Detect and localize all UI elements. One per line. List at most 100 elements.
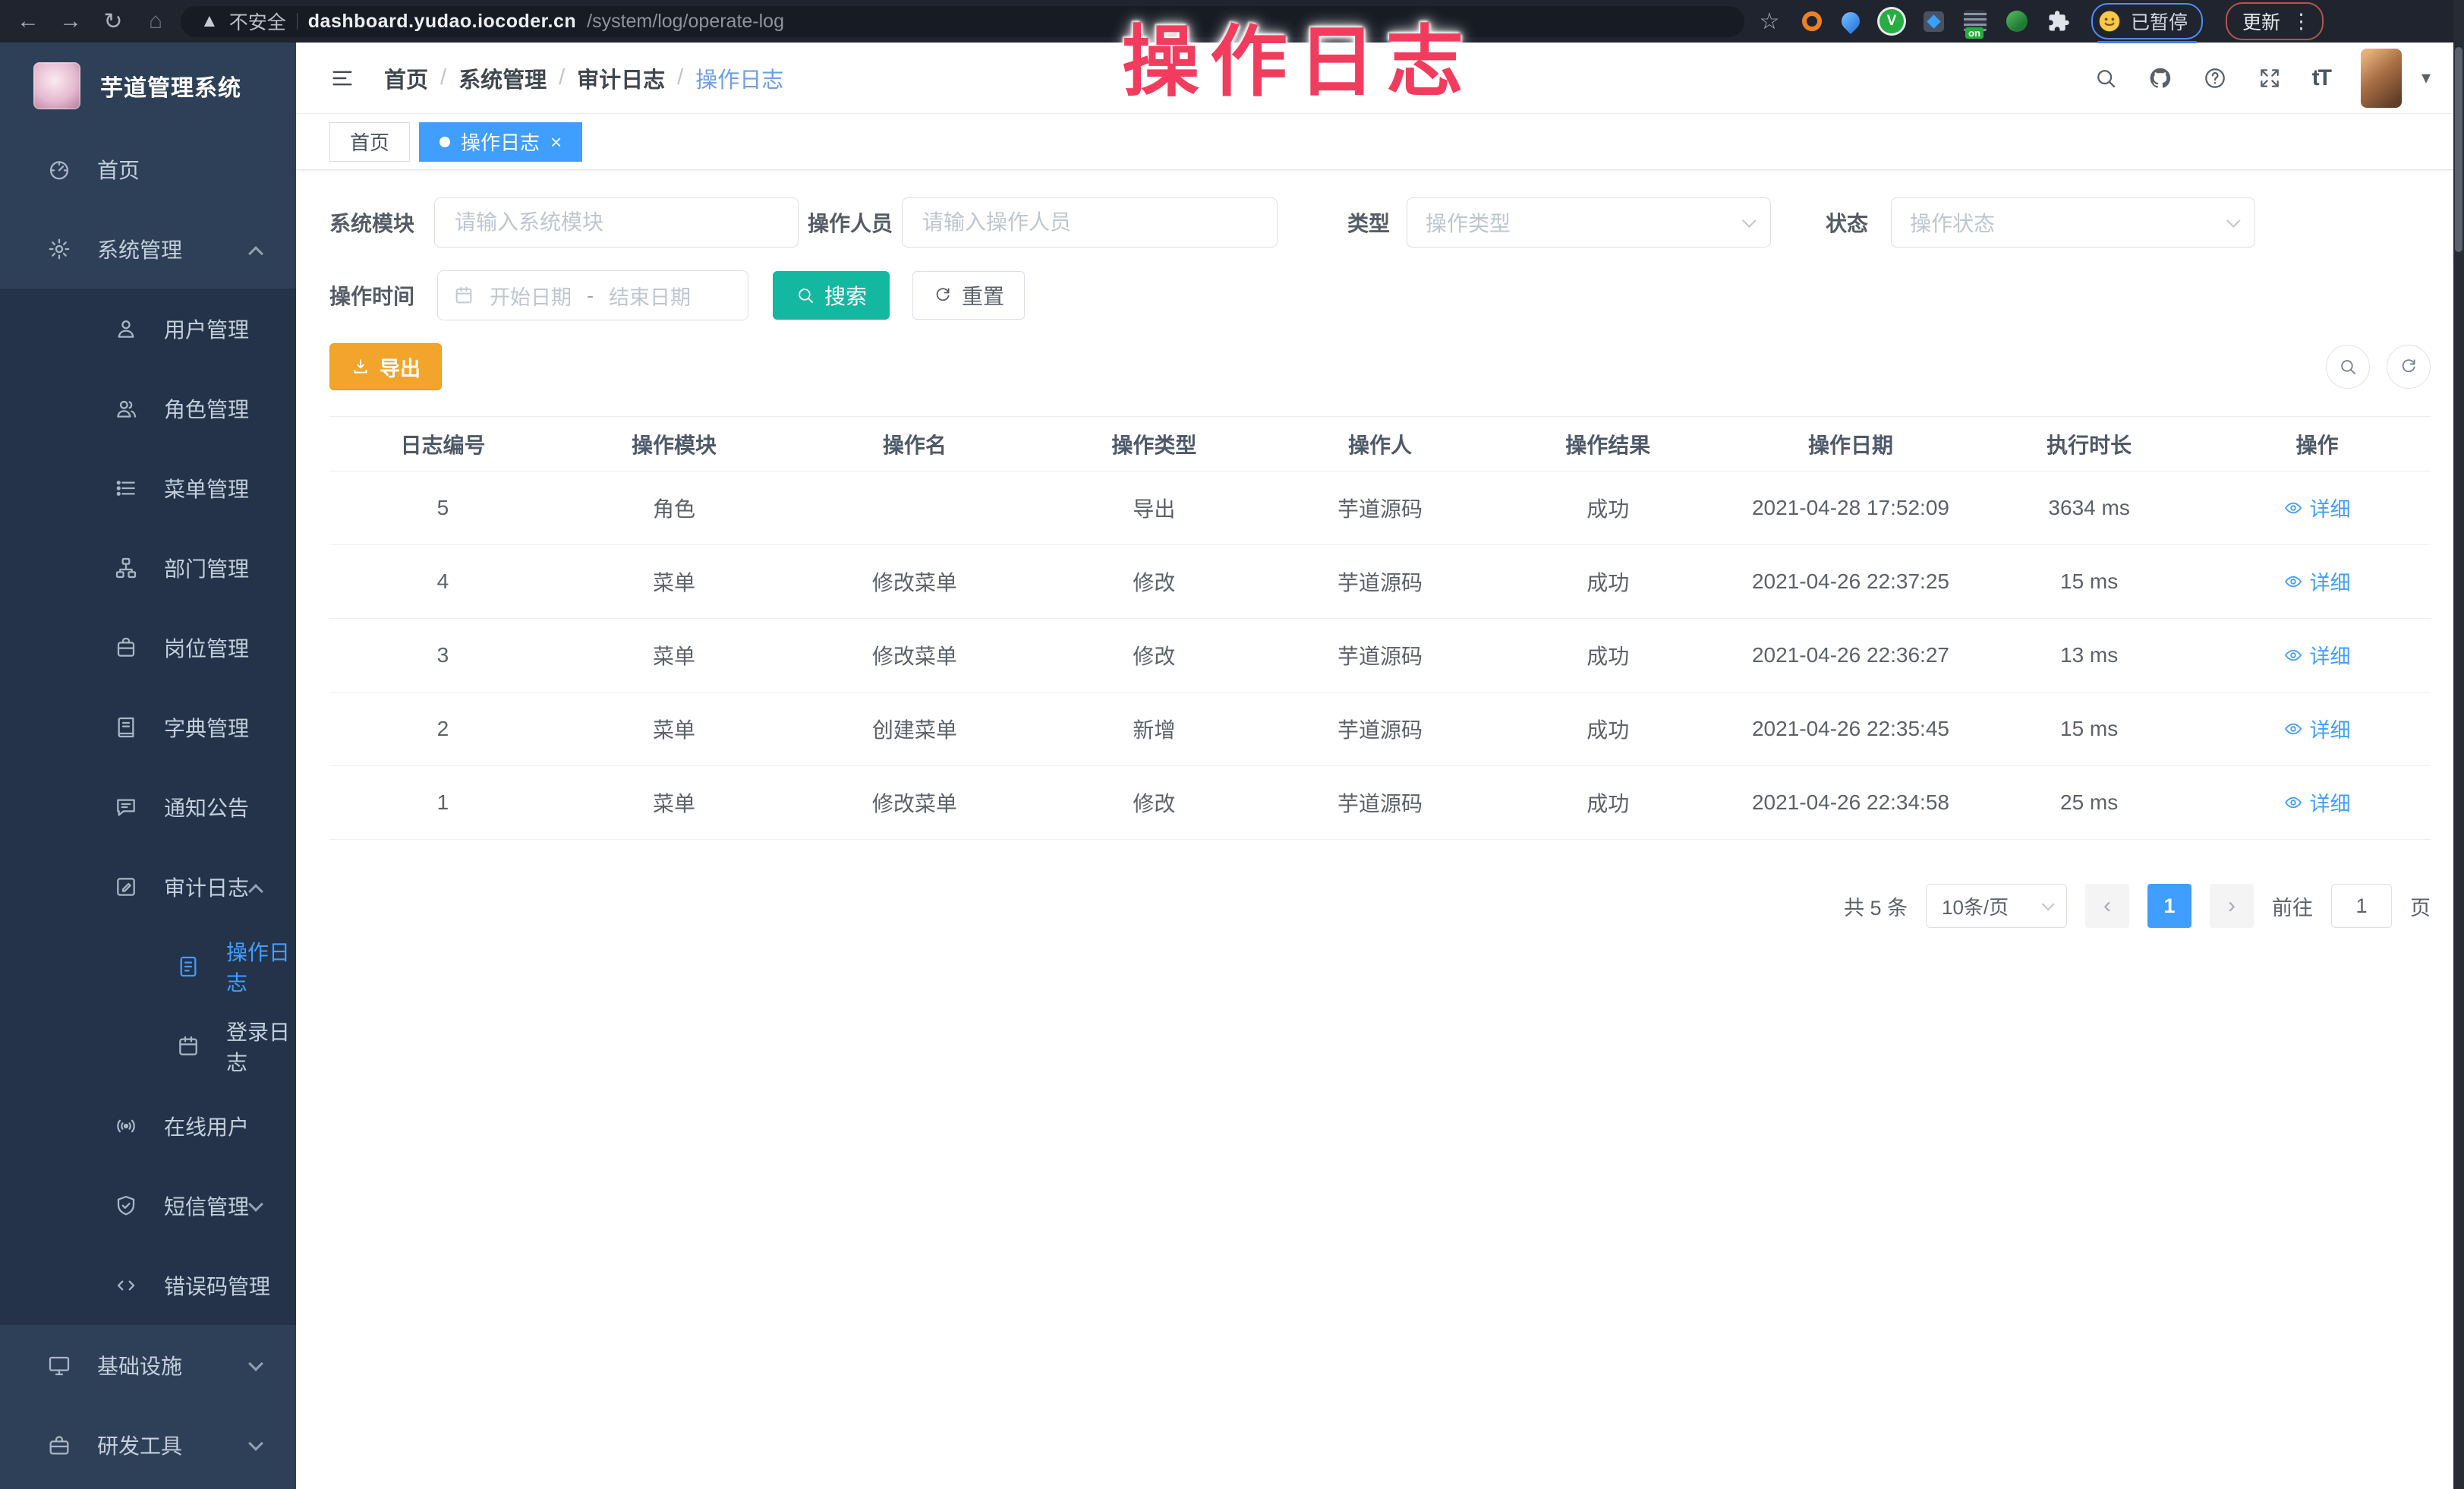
role-users-icon — [114, 396, 138, 421]
sidebar-item-system-management[interactable]: 系统管理 — [0, 209, 296, 289]
font-size-icon[interactable]: tT — [2312, 65, 2330, 91]
status-select[interactable]: 操作状态 — [1891, 197, 2255, 248]
help-icon[interactable] — [2203, 66, 2227, 90]
sidebar-item-user-management[interactable]: 用户管理 — [0, 289, 296, 368]
sidebar: 芋道管理系统 首页系统管理用户管理角色管理菜单管理部门管理岗位管理字典管理通知公… — [0, 43, 296, 1489]
sidebar-item-role-management[interactable]: 角色管理 — [0, 368, 296, 448]
app-logo[interactable]: 芋道管理系统 — [0, 43, 296, 129]
dict-book-icon — [114, 715, 138, 740]
dashboard-icon — [47, 157, 71, 181]
module-input[interactable] — [434, 197, 799, 248]
sidebar-item-label: 菜单管理 — [164, 473, 249, 503]
table-cell — [792, 472, 1038, 545]
infra-monitor-icon — [47, 1353, 71, 1377]
show-search-button[interactable] — [2326, 345, 2370, 389]
reload-icon[interactable]: ↻ — [96, 4, 131, 39]
breadcrumb-item[interactable]: 系统管理 — [458, 62, 547, 94]
detail-link[interactable]: 详细 — [2283, 493, 2350, 522]
close-tab-icon[interactable]: × — [550, 132, 562, 152]
extension-switch-icon[interactable]: on — [1964, 10, 1987, 33]
url-host: dashboard.yudao.iocoder.cn — [308, 11, 576, 33]
search-button[interactable]: 搜索 — [773, 271, 890, 320]
table-cell: 创建菜单 — [792, 692, 1038, 766]
sms-shield-icon — [114, 1194, 138, 1218]
page-scrollbar[interactable] — [2453, 0, 2464, 1489]
scrollbar-thumb[interactable] — [2455, 47, 2462, 252]
goto-page-input[interactable] — [2331, 884, 2392, 928]
breadcrumb-item[interactable]: 首页 — [384, 62, 428, 94]
bookmark-star-icon[interactable]: ☆ — [1752, 4, 1787, 39]
page-size-select[interactable]: 10条/页 — [1926, 884, 2067, 928]
extension-gem-icon[interactable] — [1924, 11, 1944, 32]
extensions-puzzle-icon[interactable] — [2047, 10, 2070, 33]
extension-pin-icon[interactable] — [1838, 8, 1864, 34]
chevron-down-icon — [1742, 213, 1756, 227]
home-icon[interactable]: ⌂ — [138, 4, 173, 39]
table-row: 1菜单修改菜单修改芋道源码成功2021-04-26 22:34:5825 ms详… — [329, 766, 2431, 840]
back-icon[interactable]: ← — [11, 4, 46, 39]
extension-green-icon[interactable] — [2006, 11, 2028, 32]
forward-icon[interactable]: → — [53, 4, 88, 39]
detail-link[interactable]: 详细 — [2283, 640, 2350, 670]
extension-v-icon[interactable]: V — [1880, 9, 1904, 33]
sidebar-item-sms-management[interactable]: 短信管理 — [0, 1166, 296, 1245]
column-header: 操作日期 — [1727, 417, 1975, 472]
current-page-button[interactable]: 1 — [2147, 884, 2191, 928]
table-cell: 25 ms — [1974, 766, 2204, 840]
table-cell: 修改菜单 — [792, 619, 1038, 692]
status-select-placeholder: 操作状态 — [1910, 207, 1995, 238]
collapse-sidebar-icon[interactable] — [329, 65, 355, 91]
sidebar-item-dept-management[interactable]: 部门管理 — [0, 528, 296, 607]
status-label: 状态 — [1826, 207, 1868, 238]
sidebar-item-login-log[interactable]: 登录日志 — [0, 1006, 296, 1086]
detail-link-label: 详细 — [2309, 566, 2350, 596]
date-range-picker[interactable]: 开始日期 - 结束日期 — [437, 270, 748, 320]
sidebar-item-post-management[interactable]: 岗位管理 — [0, 607, 296, 687]
breadcrumb-item[interactable]: 审计日志 — [577, 62, 665, 94]
next-page-button[interactable]: › — [2210, 884, 2254, 928]
tab-operate-log[interactable]: 操作日志 × — [419, 122, 582, 162]
detail-link[interactable]: 详细 — [2283, 566, 2350, 596]
breadcrumb-separator: / — [559, 65, 565, 90]
detail-link[interactable]: 详细 — [2283, 714, 2350, 743]
operator-input[interactable] — [902, 197, 1278, 248]
github-icon[interactable] — [2148, 66, 2173, 90]
table-cell: 成功 — [1489, 692, 1727, 766]
update-button[interactable]: 更新 ⋮ — [2226, 2, 2324, 40]
tab-home[interactable]: 首页 — [329, 122, 410, 162]
sidebar-item-home[interactable]: 首页 — [0, 129, 296, 209]
export-button[interactable]: 导出 — [329, 343, 442, 390]
table-cell: 详细 — [2204, 766, 2431, 840]
table-cell: 详细 — [2204, 472, 2431, 545]
reset-button[interactable]: 重置 — [912, 271, 1025, 320]
sidebar-item-infrastructure[interactable]: 基础设施 — [0, 1325, 296, 1405]
address-bar[interactable]: ▲ 不安全 dashboard.yudao.iocoder.cn/system/… — [181, 6, 1744, 37]
detail-link-label: 详细 — [2309, 714, 2350, 743]
browser-menu-icon[interactable]: ⋮ — [2291, 10, 2311, 33]
sidebar-item-operate-log[interactable]: 操作日志 — [0, 926, 296, 1006]
paused-label: 已暂停 — [2131, 8, 2188, 35]
sidebar-item-menu-management[interactable]: 菜单管理 — [0, 448, 296, 528]
caret-down-icon[interactable]: ▾ — [2421, 67, 2431, 89]
sidebar-item-dict-management[interactable]: 字典管理 — [0, 687, 296, 767]
table-row: 2菜单创建菜单新增芋道源码成功2021-04-26 22:35:4515 ms详… — [329, 692, 2431, 766]
search-icon[interactable] — [2094, 66, 2118, 90]
address-divider — [297, 13, 298, 30]
eye-icon — [2283, 645, 2303, 665]
fullscreen-icon[interactable] — [2258, 66, 2282, 90]
detail-link[interactable]: 详细 — [2283, 787, 2350, 817]
tabs-bar: 首页 操作日志 × — [296, 114, 2464, 170]
extension-orange-ring-icon[interactable] — [1802, 11, 1822, 31]
prev-page-button[interactable]: ‹ — [2085, 884, 2129, 928]
eye-icon — [2283, 498, 2303, 518]
avatar[interactable] — [2361, 49, 2402, 108]
sidebar-item-online-users[interactable]: 在线用户 — [0, 1086, 296, 1166]
refresh-table-button[interactable] — [2387, 345, 2431, 389]
sidebar-item-audit-log[interactable]: 审计日志 — [0, 847, 296, 926]
sidebar-item-error-code[interactable]: 错误码管理 — [0, 1245, 296, 1325]
profile-paused-badge[interactable]: 已暂停 — [2091, 3, 2203, 39]
error-code-icon — [114, 1273, 138, 1298]
sidebar-item-notice[interactable]: 通知公告 — [0, 767, 296, 847]
type-select[interactable]: 操作类型 — [1407, 197, 1771, 248]
sidebar-item-dev-tools[interactable]: 研发工具 — [0, 1405, 296, 1484]
